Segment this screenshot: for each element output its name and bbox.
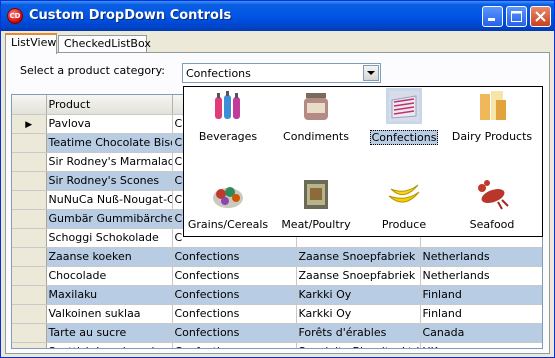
table-cell[interactable]: Confections [172, 247, 297, 267]
dairy-icon [480, 91, 506, 120]
table-row[interactable]: Scottish LongbreadsConfectionsSpecialty … [12, 342, 542, 348]
title-bar[interactable]: CD Custom DropDown Controls [1, 1, 554, 31]
table-cell[interactable]: Zaanse koeken [46, 247, 173, 267]
table-row[interactable]: Zaanse koeken Confections Zaanse Snoepfabr… [12, 247, 542, 267]
table-cell[interactable]: Karkki Oy [296, 285, 421, 305]
table-row[interactable]: Chocolade Confections Zaanse Snoepfabriek N… [12, 266, 542, 286]
category-item-produce[interactable]: Produce [360, 176, 448, 246]
table-cell[interactable]: Teatime Chocolate Bisc [46, 133, 173, 153]
category-item-meat-poultry[interactable]: Meat/Poultry [272, 176, 360, 246]
category-item-grains-cereals[interactable]: Grains/Cereals [184, 176, 272, 246]
table-cell[interactable]: Netherlands [420, 247, 542, 267]
candy-icon [389, 91, 419, 121]
table-cell[interactable]: Confections [172, 342, 297, 348]
tab-listview[interactable]: ListView [5, 33, 57, 54]
category-item-confections[interactable]: Confections [360, 88, 448, 158]
table-cell[interactable]: Zaanse Snoepfabriek [296, 266, 421, 286]
lobster-icon [478, 180, 509, 210]
row-header[interactable] [12, 228, 47, 248]
category-item-seafood[interactable]: Seafood [448, 176, 536, 246]
tab-checkedlistbox[interactable]: CheckedListBox [58, 35, 151, 53]
minimize-icon [488, 18, 495, 21]
category-item-label: Dairy Products [451, 130, 533, 143]
row-header[interactable] [12, 190, 47, 210]
main-window: CD Custom DropDown Controls ListView Che… [0, 0, 555, 358]
current-row-marker: ▶ [25, 120, 33, 130]
minimize-button[interactable] [482, 6, 503, 27]
jar-icon [304, 93, 328, 120]
table-cell[interactable]: Confections [172, 285, 297, 305]
row-header[interactable] [12, 209, 47, 229]
table-cell[interactable]: Finland [420, 285, 542, 305]
column-header-product[interactable]: Product [46, 95, 173, 115]
row-header[interactable] [12, 152, 47, 172]
category-item-dairy-products[interactable]: Dairy Products [448, 88, 536, 158]
maximize-icon [511, 11, 522, 22]
table-row[interactable]: Tarte au sucre Confections Forêts d'érable… [12, 323, 542, 343]
bottles-icon [215, 91, 240, 119]
chevron-down-icon [367, 71, 375, 75]
category-item-label: Beverages [198, 130, 258, 143]
category-item-label: Grains/Cereals [187, 218, 269, 231]
category-item-condiments[interactable]: Condiments [272, 88, 360, 158]
table-cell[interactable]: NuNuCa Nuß-Nougat-Cr [46, 190, 173, 210]
table-cell[interactable]: Finland [420, 304, 542, 324]
row-header[interactable] [12, 133, 47, 153]
category-dropdown-popup: Beverages Condiments Confections Dairy P… [183, 86, 543, 237]
row-header[interactable] [12, 285, 47, 305]
table-cell[interactable]: Schoggi Schokolade [46, 228, 173, 248]
table-row[interactable]: Maxilaku Confections Karkki Oy Finland [12, 285, 542, 305]
row-header[interactable] [12, 342, 47, 348]
table-cell[interactable]: Maxilaku [46, 285, 173, 305]
category-item-label: Seafood [469, 218, 515, 231]
table-cell[interactable]: Canada [420, 323, 542, 343]
category-item-label: Condiments [283, 130, 349, 143]
category-item-label: Produce [381, 218, 427, 231]
table-cell[interactable]: Gumbär Gummibärchen [46, 209, 173, 229]
table-cell[interactable]: Forêts d'érables [296, 323, 421, 343]
maximize-button[interactable] [506, 6, 527, 27]
category-item-beverages[interactable]: Beverages [184, 88, 272, 158]
meat-icon [304, 180, 328, 209]
row-header[interactable] [12, 323, 47, 343]
table-cell[interactable]: Confections [172, 304, 297, 324]
table-cell[interactable]: Confections [172, 266, 297, 286]
table-cell[interactable]: Chocolade [46, 266, 173, 286]
category-label: Select a product category: [20, 64, 165, 77]
table-cell[interactable]: Specialty Biscuits, Ltd. [296, 342, 421, 348]
table-row[interactable]: Valkoinen suklaa Confections Karkki Oy Finl… [12, 304, 542, 324]
table-cell[interactable]: Scottish Longbreads [46, 342, 173, 348]
table-cell[interactable]: Confections [172, 323, 297, 343]
close-icon [535, 11, 546, 22]
row-header[interactable] [12, 304, 47, 324]
window-title: Custom DropDown Controls [29, 8, 232, 23]
combobox-dropdown-button[interactable] [363, 65, 379, 81]
row-header[interactable] [12, 247, 47, 267]
table-cell[interactable]: Tarte au sucre [46, 323, 173, 343]
row-header[interactable] [12, 171, 47, 191]
table-cell[interactable]: UK [420, 342, 542, 348]
table-cell[interactable]: Sir Rodney's Scones [46, 171, 173, 191]
cereals-icon [213, 187, 243, 208]
bananas-icon [388, 184, 420, 203]
table-cell[interactable]: Netherlands [420, 266, 542, 286]
table-cell[interactable]: Pavlova [46, 114, 173, 134]
table-cell[interactable]: Zaanse Snoepfabriek [296, 247, 421, 267]
table-cell[interactable]: Karkki Oy [296, 304, 421, 324]
category-item-label: Confections [369, 130, 439, 145]
table-cell[interactable]: Sir Rodney's Marmalade [46, 152, 173, 172]
category-item-label: Meat/Poultry [281, 218, 351, 231]
grid-corner-header[interactable] [12, 95, 47, 115]
app-logo-icon[interactable]: CD [7, 8, 23, 24]
category-combobox-value: Confections [186, 67, 251, 80]
table-cell[interactable]: Valkoinen suklaa [46, 304, 173, 324]
category-combobox[interactable]: Confections [182, 63, 381, 83]
close-button[interactable] [530, 6, 551, 27]
row-header[interactable] [12, 266, 47, 286]
row-header[interactable]: ▶ [12, 114, 47, 134]
